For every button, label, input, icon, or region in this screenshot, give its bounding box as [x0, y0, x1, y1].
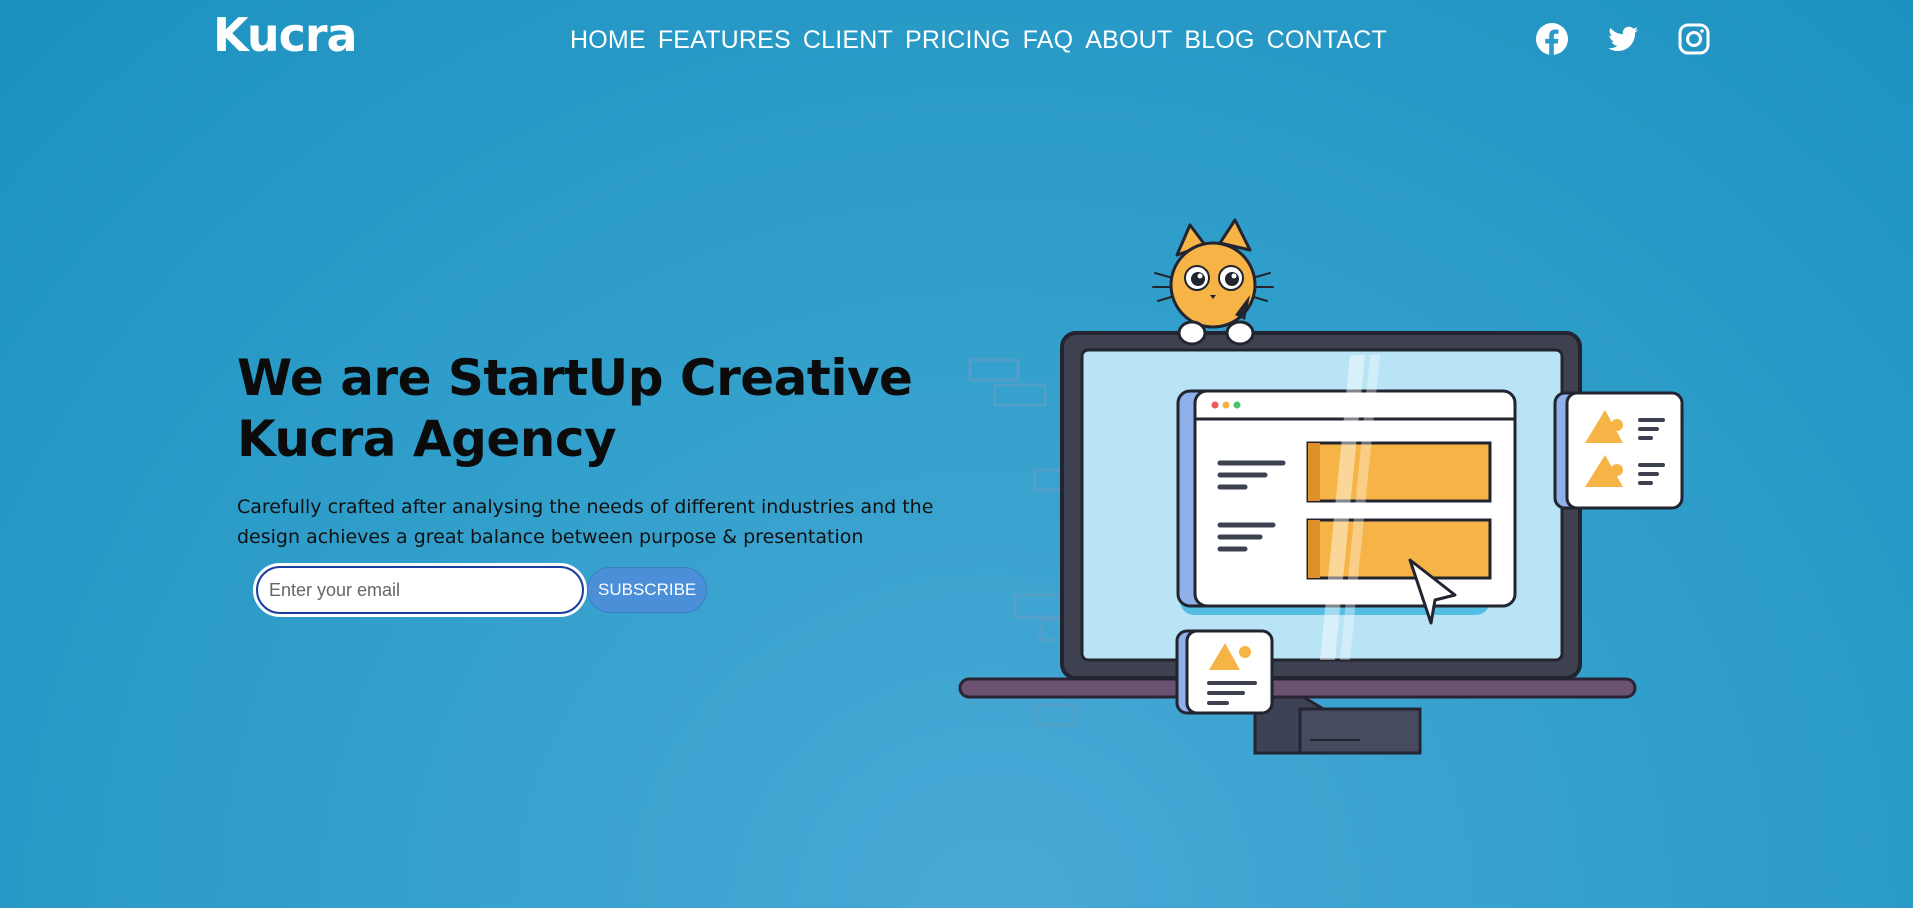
monitor-stand	[1253, 693, 1422, 755]
hero-title-line2: Kucra Agency	[237, 410, 617, 468]
hero-section: We are StartUp Creative Kucra Agency Car…	[237, 348, 997, 552]
hero-description: Carefully crafted after analysing the ne…	[237, 496, 934, 548]
subscribe-form: SUBSCRIBE	[253, 563, 708, 617]
desk-shelf	[958, 677, 1637, 699]
email-input[interactable]	[253, 563, 587, 617]
hero-title-line1: We are StartUp Creative	[237, 349, 913, 407]
image-card-right	[1553, 391, 1684, 510]
nav-home[interactable]: HOME	[570, 26, 646, 55]
nav-client[interactable]: CLIENT	[803, 26, 893, 55]
nav-blog[interactable]: BLOG	[1184, 26, 1254, 55]
hero-title: We are StartUp Creative Kucra Agency	[237, 348, 997, 470]
facebook-icon[interactable]	[1535, 22, 1569, 56]
main-nav: HOME FEATURES CLIENT PRICING FAQ ABOUT B…	[570, 26, 1387, 55]
nav-features[interactable]: FEATURES	[658, 26, 791, 55]
brand-logo[interactable]: Kucra	[213, 8, 358, 62]
twitter-icon[interactable]	[1606, 22, 1640, 56]
social-links	[1535, 22, 1711, 56]
nav-pricing[interactable]: PRICING	[905, 26, 1011, 55]
image-card-bottom	[1175, 629, 1274, 715]
subscribe-button[interactable]: SUBSCRIBE	[587, 567, 708, 613]
hero-illustration	[958, 218, 1684, 755]
cat-mascot	[1152, 218, 1274, 346]
nav-faq[interactable]: FAQ	[1023, 26, 1074, 55]
monitor	[1060, 331, 1582, 680]
instagram-icon[interactable]	[1677, 22, 1711, 56]
nav-contact[interactable]: CONTACT	[1267, 26, 1387, 55]
nav-about[interactable]: ABOUT	[1085, 26, 1172, 55]
